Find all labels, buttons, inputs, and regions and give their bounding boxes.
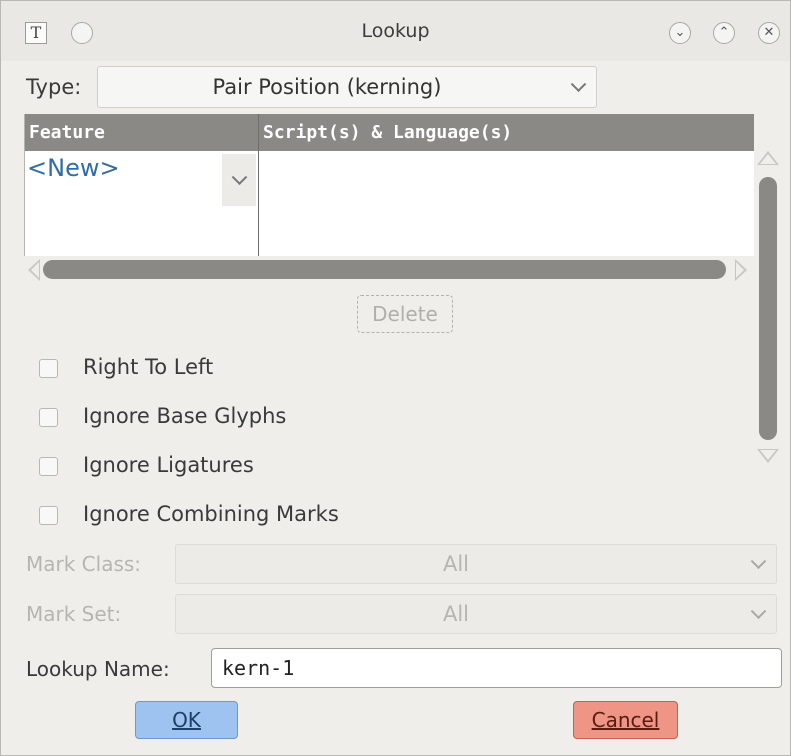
checkbox-label: Ignore Base Glyphs — [83, 404, 287, 428]
mark-class-label: Mark Class: — [26, 552, 142, 576]
mark-set-select[interactable]: All — [175, 594, 777, 634]
scroll-right-arrow-icon[interactable] — [735, 259, 747, 281]
scroll-down-arrow-icon[interactable] — [757, 449, 779, 463]
maximize-icon[interactable]: ⌃ — [713, 22, 735, 44]
column-divider — [258, 114, 259, 256]
horizontal-scrollbar[interactable] — [43, 260, 726, 279]
column-header-scripts[interactable]: Script(s) & Language(s) — [263, 114, 512, 151]
type-label: Type: — [26, 75, 82, 99]
cancel-button[interactable]: Cancel — [573, 701, 678, 739]
feature-cell[interactable]: <New> — [27, 154, 120, 182]
checkbox[interactable] — [39, 359, 58, 378]
chevron-down-icon — [570, 76, 587, 93]
scroll-left-arrow-icon[interactable] — [28, 259, 40, 281]
table-header: Feature Script(s) & Language(s) — [25, 114, 754, 151]
mark-class-select[interactable]: All — [175, 544, 777, 584]
delete-button[interactable]: Delete — [357, 295, 453, 333]
scroll-up-arrow-icon[interactable] — [757, 151, 779, 165]
checkbox-label: Ignore Ligatures — [83, 453, 254, 477]
ok-button[interactable]: OK — [135, 701, 238, 739]
mark-class-value: All — [442, 552, 470, 576]
type-select[interactable]: Pair Position (kerning) — [97, 66, 597, 108]
type-select-value: Pair Position (kerning) — [212, 75, 442, 99]
checkbox-label: Right To Left — [83, 355, 214, 379]
title-bar[interactable]: T Lookup ⌄ ⌃ ✕ — [1, 1, 790, 61]
column-header-feature[interactable]: Feature — [29, 114, 105, 151]
lookup-name-label: Lookup Name: — [26, 657, 170, 681]
vertical-scrollbar[interactable] — [759, 177, 777, 440]
checkbox[interactable] — [39, 408, 58, 427]
chevron-down-icon — [231, 169, 248, 186]
lookup-name-input[interactable]: kern-1 — [211, 648, 782, 688]
feature-dropdown[interactable] — [222, 154, 256, 206]
mark-set-label: Mark Set: — [26, 602, 122, 626]
checkbox[interactable] — [39, 457, 58, 476]
checkbox[interactable] — [39, 506, 58, 525]
minimize-icon[interactable]: ⌄ — [669, 22, 691, 44]
chevron-down-icon — [750, 553, 767, 570]
mark-set-value: All — [442, 602, 470, 626]
checkbox-label: Ignore Combining Marks — [83, 502, 339, 526]
feature-table: Feature Script(s) & Language(s) <New> — [24, 114, 754, 256]
chevron-down-icon — [750, 603, 767, 620]
close-icon[interactable]: ✕ — [758, 22, 780, 44]
lookup-dialog: T Lookup ⌄ ⌃ ✕ Type: Pair Position (kern… — [0, 0, 791, 756]
